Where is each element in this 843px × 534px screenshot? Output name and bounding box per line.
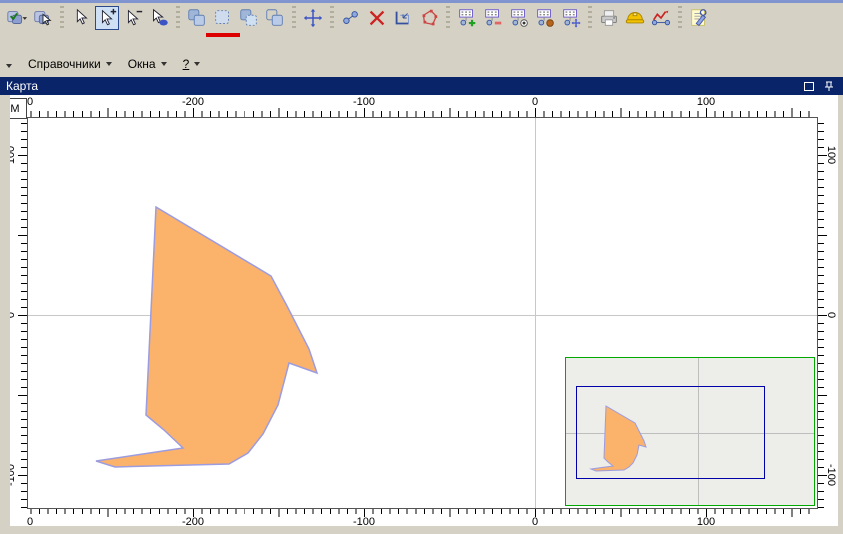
maximize-icon: [804, 82, 814, 91]
delete-icon[interactable]: [365, 6, 389, 30]
red-polygon-icon[interactable]: [417, 6, 441, 30]
ruler-top-major-ticks: [28, 108, 817, 117]
poly-intersect-icon[interactable]: [263, 6, 287, 30]
ruler-top-label: -100: [353, 96, 375, 108]
ruler-right-label: -100: [825, 464, 837, 486]
window-top-edge: [0, 0, 843, 3]
maximize-button[interactable]: [801, 79, 817, 93]
menu-item-label: Окна: [128, 57, 156, 71]
cursor-minus-icon[interactable]: [121, 6, 145, 30]
active-tool-red-marker: [206, 33, 240, 37]
legend-target-icon[interactable]: [507, 6, 531, 30]
toolbar-separator: [446, 6, 450, 30]
legend-move-icon[interactable]: [559, 6, 583, 30]
toolbar-separator: [588, 6, 592, 30]
menu-item-1[interactable]: Окна: [120, 54, 175, 74]
toolbar-separator: [176, 6, 180, 30]
nodes-icon[interactable]: [339, 6, 363, 30]
menu-overflow-arrow[interactable]: [6, 57, 12, 71]
map-area: М 0-200-10001000-200-10001001000-1001000…: [0, 95, 843, 534]
menu-item-label: Справочники: [28, 57, 101, 71]
overview-minimap[interactable]: [565, 357, 815, 506]
chevron-down-icon: [161, 62, 167, 66]
menu-item-label: ?: [183, 57, 190, 71]
menu-item-2[interactable]: ?: [175, 54, 209, 74]
multi-select-check-icon[interactable]: [5, 6, 29, 30]
ruler-top-label: 0: [27, 96, 33, 108]
legend-add-icon[interactable]: [455, 6, 479, 30]
snap-icon[interactable]: [391, 6, 415, 30]
map-title: Карта: [6, 79, 38, 93]
chevron-down-icon: [194, 62, 200, 66]
cursor-drag-icon[interactable]: [147, 6, 171, 30]
move-icon[interactable]: [301, 6, 325, 30]
ruler-right-label: 0: [825, 312, 837, 318]
profile-icon[interactable]: [649, 6, 673, 30]
pin-button[interactable]: [821, 79, 837, 93]
app-window: СправочникиОкна? Карта М 0-200-10001000-…: [0, 0, 843, 534]
ruler-top-label: -200: [182, 96, 204, 108]
toolbar-separator: [292, 6, 296, 30]
toolbar-separator: [678, 6, 682, 30]
frame-edge-bottom: [0, 526, 843, 534]
poly-union-icon[interactable]: [185, 6, 209, 30]
minimap-object-layer: [566, 358, 814, 505]
multi-select-cursor-icon[interactable]: [31, 6, 55, 30]
toolbar-separator: [330, 6, 334, 30]
minimap-polygon-object: [591, 406, 646, 471]
cursor-plus-icon[interactable]: [95, 6, 119, 30]
map-title-bar: Карта: [0, 77, 843, 95]
map-polygon-object[interactable]: [96, 207, 317, 467]
toolbar: [0, 4, 843, 44]
notes-icon[interactable]: [687, 6, 711, 30]
pin-icon: [824, 81, 834, 92]
legend-remove-icon[interactable]: [481, 6, 505, 30]
ruler-left-major-ticks: [18, 118, 27, 508]
frame-edge-right: [838, 95, 843, 534]
legend-fill-icon[interactable]: [533, 6, 557, 30]
ruler-right-label: 100: [825, 146, 837, 164]
chevron-down-icon: [6, 64, 12, 68]
poly-subtract-icon[interactable]: [237, 6, 261, 30]
export-icon[interactable]: [623, 6, 647, 30]
poly-dashed-icon[interactable]: [211, 6, 235, 30]
ruler-top-label: 0: [532, 96, 538, 108]
cursor-icon[interactable]: [69, 6, 93, 30]
print-icon[interactable]: [597, 6, 621, 30]
menu-bar: Справочники Окна?: [0, 52, 843, 76]
frame-edge-left: [0, 95, 10, 534]
menu-item-0[interactable]: Справочники: [20, 54, 120, 74]
toolbar-separator: [60, 6, 64, 30]
chevron-down-icon: [106, 62, 112, 66]
map-canvas[interactable]: [27, 117, 818, 509]
ruler-top-label: 100: [697, 96, 715, 108]
